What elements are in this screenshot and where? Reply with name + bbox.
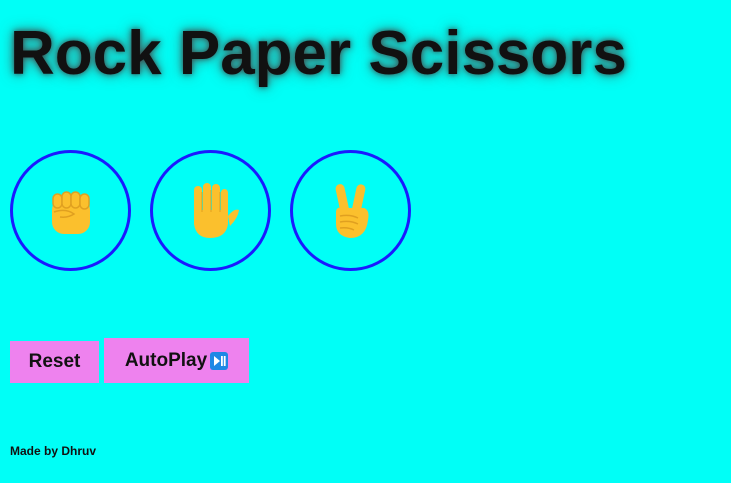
paper-button[interactable] <box>150 150 271 271</box>
game-page: Rock Paper Scissors Reset AutoPlay Made … <box>0 0 731 483</box>
raised-fist-icon <box>44 184 98 238</box>
reset-label: Reset <box>28 351 81 372</box>
reset-button[interactable]: Reset <box>10 341 99 383</box>
scissors-button[interactable] <box>290 150 411 271</box>
play-pause-icon <box>210 351 229 370</box>
autoplay-label: AutoPlay <box>124 349 208 371</box>
move-buttons <box>10 150 411 271</box>
raised-hand-icon <box>180 180 242 242</box>
autoplay-button[interactable]: AutoPlay <box>104 338 249 383</box>
control-buttons: Reset AutoPlay <box>10 338 249 383</box>
rock-button[interactable] <box>10 150 131 271</box>
footer-credit: Made by Dhruv <box>10 444 97 458</box>
page-title: Rock Paper Scissors <box>10 19 627 88</box>
victory-hand-icon <box>326 180 376 242</box>
